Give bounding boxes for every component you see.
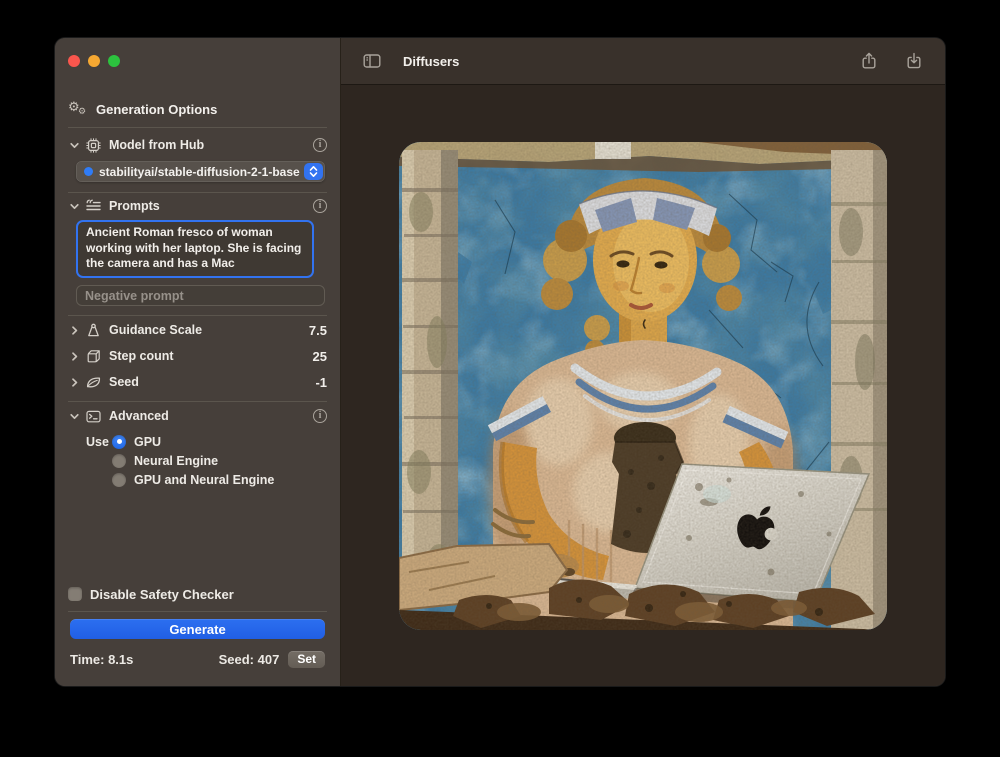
advanced-label: Advanced (109, 409, 169, 423)
radio-option-gpu-and-neural-engine[interactable]: GPU and Neural Engine (86, 470, 327, 489)
popup-chevrons-icon[interactable] (304, 163, 323, 180)
scale-weight-icon (85, 322, 102, 339)
cpu-icon (85, 137, 102, 154)
guidance-scale-label: Guidance Scale (109, 323, 202, 337)
leaf-icon (85, 374, 102, 391)
compute-unit-radio-group: Use GPU Neural Engine GPU and Neural Eng… (86, 432, 327, 489)
seed-label: Seed (109, 375, 139, 389)
app-title: Diffusers (403, 54, 459, 69)
divider (68, 315, 327, 316)
model-select[interactable]: stabilityai/stable-diffusion-2-1-base (76, 161, 325, 182)
chevron-down-icon[interactable] (68, 201, 80, 212)
radio-neural-engine[interactable] (112, 454, 126, 468)
terminal-icon (85, 408, 102, 425)
app-window: ⚙⚙ Generation Options Model from Hub i s… (55, 38, 945, 686)
divider (68, 401, 327, 402)
radio-gpu-and-neural-engine[interactable] (112, 473, 126, 487)
minimize-button[interactable] (88, 55, 100, 67)
prompts-label: Prompts (109, 199, 160, 213)
traffic-lights (68, 55, 327, 67)
seed-row[interactable]: Seed -1 (68, 373, 327, 391)
negative-prompt-input[interactable] (85, 289, 316, 303)
radio-option-gpu[interactable]: Use GPU (86, 432, 327, 451)
step-count-label: Step count (109, 349, 174, 363)
model-section-row[interactable]: Model from Hub i (68, 136, 327, 154)
info-icon[interactable]: i (313, 409, 327, 423)
disable-safety-label: Disable Safety Checker (90, 587, 234, 602)
radio-option-neural-engine[interactable]: Neural Engine (86, 451, 327, 470)
gears-icon: ⚙⚙ (68, 100, 90, 118)
sidebar-title: Generation Options (96, 102, 217, 117)
generation-options-header: ⚙⚙ Generation Options (68, 100, 327, 118)
spacer (68, 489, 327, 585)
step-count-row[interactable]: Step count 25 (68, 347, 327, 365)
guidance-scale-row[interactable]: Guidance Scale 7.5 (68, 321, 327, 339)
safety-checker-row[interactable]: Disable Safety Checker (68, 585, 327, 603)
info-icon[interactable]: i (313, 138, 327, 152)
step-count-value: 25 (313, 349, 327, 364)
divider (68, 192, 327, 193)
chevron-right-icon[interactable] (68, 377, 80, 388)
close-button[interactable] (68, 55, 80, 67)
generated-image[interactable] (399, 142, 887, 630)
radio-gpu[interactable] (112, 435, 126, 449)
negative-prompt-field[interactable] (76, 285, 325, 306)
chevron-down-icon[interactable] (68, 411, 80, 422)
use-label: Use (86, 435, 112, 449)
time-status: Time: 8.1s (70, 652, 133, 667)
seed-status: Seed: 407 (219, 652, 280, 667)
sidebar: ⚙⚙ Generation Options Model from Hub i s… (55, 38, 341, 686)
divider (68, 611, 327, 612)
bottom-padding (68, 668, 327, 686)
main-content: Diffusers (341, 38, 945, 686)
advanced-section-row[interactable]: Advanced i (68, 407, 327, 425)
model-status-dot (84, 167, 93, 176)
chevron-down-icon[interactable] (68, 140, 80, 151)
disable-safety-checkbox[interactable] (68, 587, 82, 601)
divider (68, 127, 327, 128)
guidance-scale-value: 7.5 (309, 323, 327, 338)
zoom-button[interactable] (108, 55, 120, 67)
prompts-section-row[interactable]: Prompts i (68, 197, 327, 215)
text-quote-icon (85, 198, 102, 215)
generate-button[interactable]: Generate (70, 619, 325, 639)
status-bar: Time: 8.1s Seed: 407 Set (70, 650, 325, 668)
prompt-textarea[interactable]: Ancient Roman fresco of woman working wi… (76, 220, 314, 278)
chevron-right-icon[interactable] (68, 325, 80, 336)
chevron-right-icon[interactable] (68, 351, 80, 362)
titlebar: Diffusers (341, 38, 945, 85)
info-icon[interactable]: i (313, 199, 327, 213)
save-icon[interactable] (904, 51, 924, 71)
seed-value: -1 (315, 375, 327, 390)
model-label: Model from Hub (109, 138, 204, 152)
share-icon[interactable] (859, 51, 879, 71)
set-seed-button[interactable]: Set (288, 651, 325, 668)
cube-stack-icon (85, 348, 102, 365)
image-canvas (341, 85, 945, 686)
sidebar-toggle-icon[interactable] (362, 51, 382, 71)
model-selected-value: stabilityai/stable-diffusion-2-1-base (99, 165, 301, 179)
